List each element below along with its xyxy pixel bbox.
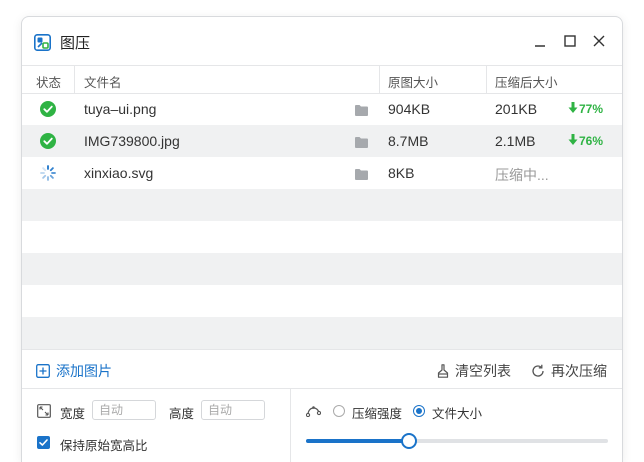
folder-icon[interactable] bbox=[355, 135, 368, 148]
compressed-size: 201KB bbox=[495, 101, 538, 117]
table-row[interactable]: xinxiao.svg 8KB 压缩中... bbox=[22, 157, 622, 189]
column-divider bbox=[486, 66, 487, 93]
table-row[interactable]: IMG739800.jpg 8.7MB 2.1MB 76% bbox=[22, 125, 622, 157]
title-bar: 图压 bbox=[22, 17, 622, 65]
recompress-label: 再次压缩 bbox=[551, 363, 607, 379]
mode-radio-strength[interactable] bbox=[333, 405, 345, 417]
original-size: 904KB bbox=[388, 101, 431, 117]
original-size: 8.7MB bbox=[388, 133, 429, 149]
compressing-status: 压缩中... bbox=[495, 167, 549, 183]
arrow-down-icon bbox=[568, 102, 578, 116]
empty-row bbox=[22, 317, 622, 349]
compression-slider[interactable] bbox=[306, 433, 608, 449]
empty-row bbox=[22, 221, 622, 253]
reduction-percent: 77% bbox=[579, 102, 604, 116]
empty-row bbox=[22, 285, 622, 317]
original-size: 8KB bbox=[388, 165, 415, 181]
compression-settings: 宽度 高度 保持原始宽高比 压缩强度 文件大小 bbox=[22, 388, 622, 462]
height-label: 高度 bbox=[169, 407, 195, 421]
file-name: xinxiao.svg bbox=[84, 165, 154, 181]
maximize-icon[interactable] bbox=[560, 31, 580, 51]
reduction-badge: 77% bbox=[568, 102, 603, 116]
column-header-status: 状态 bbox=[36, 76, 62, 90]
table-header: 状态 文件名 原图大小 压缩后大小 bbox=[22, 65, 622, 94]
action-toolbar: 添加图片 清空列表 再次压缩 bbox=[22, 349, 622, 388]
keep-ratio-checkbox[interactable] bbox=[37, 436, 50, 449]
broom-icon bbox=[437, 364, 449, 378]
app-window: 图压 状态 文件名 原图大小 压缩后大小 tuya–ui.png 904KB 2… bbox=[21, 16, 623, 462]
add-image-label: 添加图片 bbox=[56, 363, 112, 379]
add-image-button[interactable]: 添加图片 bbox=[36, 361, 112, 381]
height-input[interactable] bbox=[201, 400, 265, 420]
plus-square-icon bbox=[36, 364, 50, 378]
mode-filesize-label: 文件大小 bbox=[432, 407, 483, 421]
reduction-percent: 76% bbox=[579, 134, 604, 148]
settings-divider bbox=[290, 389, 291, 462]
folder-icon[interactable] bbox=[355, 167, 368, 180]
file-list: tuya–ui.png 904KB 201KB 77% IMG739800.jp… bbox=[22, 93, 622, 349]
file-name: IMG739800.jpg bbox=[84, 133, 180, 149]
column-divider bbox=[74, 66, 75, 93]
slider-thumb[interactable] bbox=[400, 433, 417, 449]
reduction-badge: 76% bbox=[568, 134, 603, 148]
checkmark-icon bbox=[39, 439, 48, 446]
column-divider bbox=[379, 66, 380, 93]
width-input[interactable] bbox=[92, 400, 156, 420]
minimize-icon[interactable] bbox=[530, 31, 550, 51]
resize-icon bbox=[37, 404, 51, 423]
folder-icon[interactable] bbox=[355, 103, 368, 116]
empty-row bbox=[22, 253, 622, 285]
recompress-button[interactable]: 再次压缩 bbox=[531, 361, 607, 381]
clear-list-button[interactable]: 清空列表 bbox=[437, 361, 511, 381]
column-header-compressed-size: 压缩后大小 bbox=[495, 76, 558, 90]
compressed-size: 2.1MB bbox=[495, 133, 536, 149]
empty-row bbox=[22, 189, 622, 221]
check-circle-icon bbox=[40, 101, 56, 117]
app-logo-icon bbox=[34, 34, 51, 51]
column-header-original-size: 原图大小 bbox=[388, 76, 439, 90]
file-name: tuya–ui.png bbox=[84, 101, 157, 117]
clear-list-label: 清空列表 bbox=[455, 363, 511, 379]
check-circle-icon bbox=[40, 133, 56, 149]
app-title: 图压 bbox=[60, 35, 91, 52]
keep-ratio-label: 保持原始宽高比 bbox=[60, 439, 148, 453]
table-row[interactable]: tuya–ui.png 904KB 201KB 77% bbox=[22, 93, 622, 125]
path-curve-icon bbox=[305, 403, 322, 422]
close-icon[interactable] bbox=[589, 31, 609, 51]
spinner-icon bbox=[40, 165, 56, 181]
refresh-icon bbox=[532, 364, 544, 377]
width-label: 宽度 bbox=[60, 407, 86, 421]
slider-fill bbox=[306, 439, 409, 443]
column-header-filename: 文件名 bbox=[84, 76, 122, 90]
arrow-down-icon bbox=[568, 134, 578, 148]
mode-radio-filesize[interactable] bbox=[413, 405, 425, 417]
mode-strength-label: 压缩强度 bbox=[352, 407, 403, 421]
